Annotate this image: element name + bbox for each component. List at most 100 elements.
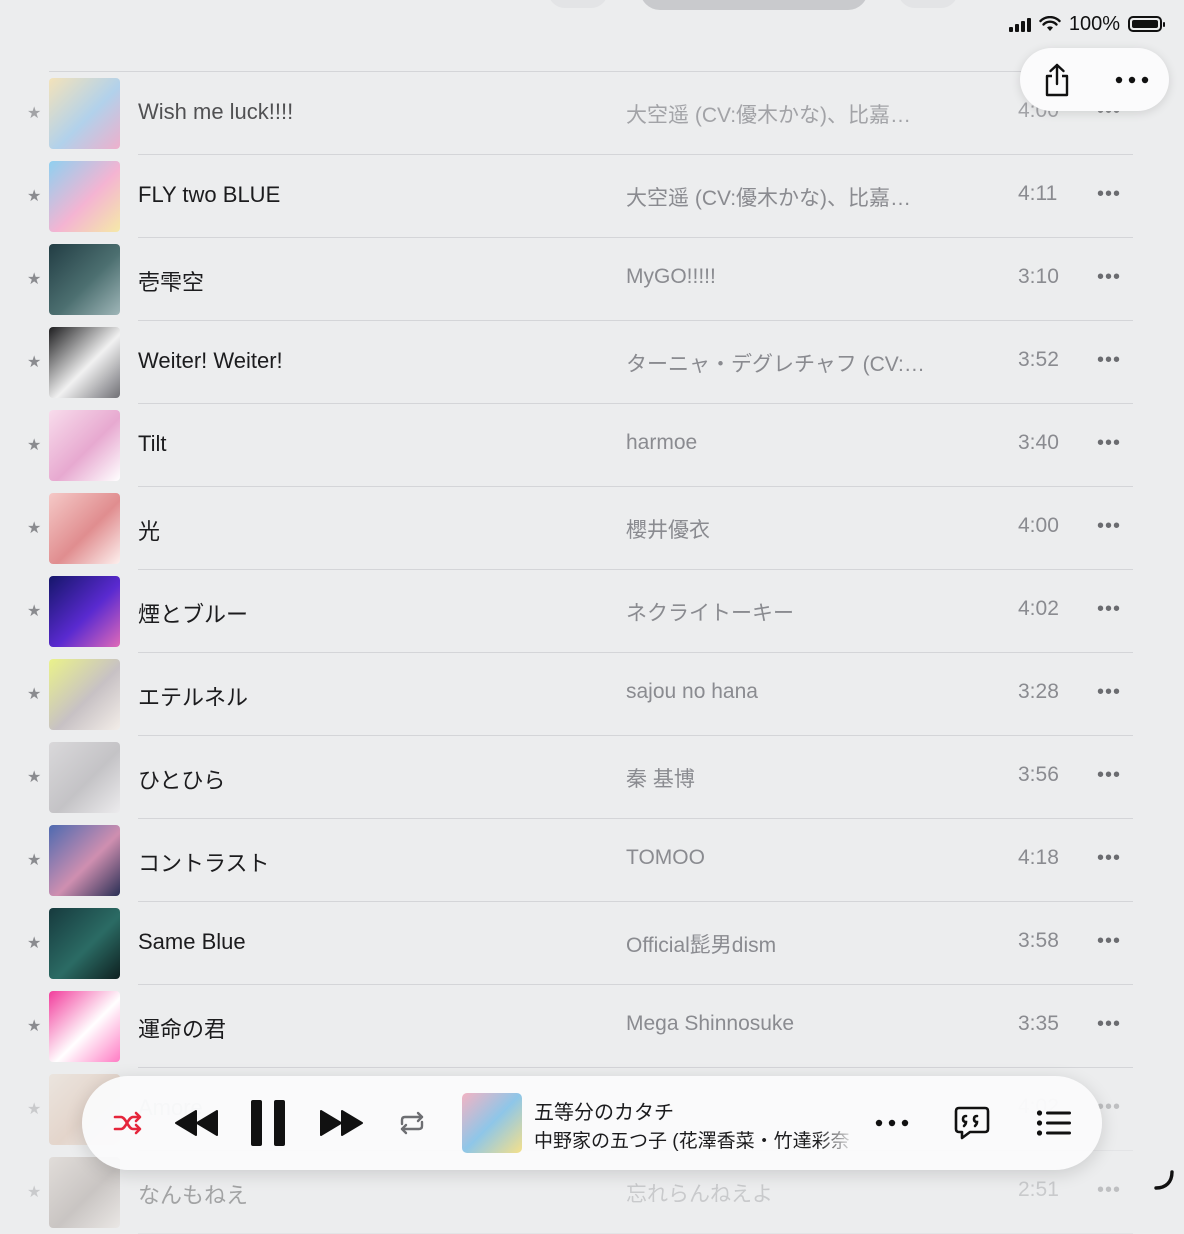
track-artist[interactable]: MyGO!!!!! — [626, 265, 716, 289]
battery-icon — [1128, 16, 1165, 32]
track-artist[interactable]: ネクライトーキー — [626, 597, 794, 627]
track-title: ひとひら — [138, 768, 226, 793]
track-row[interactable]: ★ 煙とブルー ネクライトーキー 4:02 ••• — [0, 570, 1184, 653]
track-artist[interactable]: ターニャ・デグレチャフ (CV:… — [626, 348, 925, 378]
track-artist[interactable]: Official髭男dism — [626, 929, 776, 959]
track-more-button[interactable]: ••• — [1097, 931, 1121, 951]
star-icon: ★ — [27, 354, 42, 371]
track-row[interactable]: ★ FLY two BLUE 大空遥 (CV:優木かな)、比嘉… 4:11 ••• — [0, 155, 1184, 238]
track-artist[interactable]: 大空遥 (CV:優木かな)、比嘉… — [626, 182, 911, 212]
album-artwork — [49, 659, 120, 730]
queue-button[interactable] — [1034, 1106, 1074, 1140]
track-artist[interactable]: TOMOO — [626, 846, 705, 870]
track-more-button[interactable]: ••• — [1097, 433, 1121, 453]
track-artist[interactable]: harmoe — [626, 431, 697, 455]
now-playing-artist[interactable]: 中野家の五つ子 (花澤香菜・竹達彩奈・伊藤美来・佐倉綾音・水瀬いのり) — [534, 1126, 856, 1153]
track-more-button[interactable]: ••• — [1097, 267, 1121, 287]
album-artwork — [49, 991, 120, 1062]
track-row[interactable]: ★ 運命の君 Mega Shinnosuke 3:35 ••• — [0, 985, 1184, 1068]
album-artwork — [49, 493, 120, 564]
star-icon: ★ — [27, 1184, 42, 1201]
star-icon: ★ — [27, 852, 42, 869]
album-artwork — [49, 161, 120, 232]
repeat-button[interactable] — [394, 1107, 430, 1139]
track-title: Same Blue — [138, 929, 246, 954]
track-title: Tilt — [138, 431, 167, 456]
track-title: 運命の君 — [138, 1017, 227, 1042]
track-row[interactable]: ★ Wish me luck!!!! 大空遥 (CV:優木かな)、比嘉… 4:00 ••… — [0, 72, 1184, 155]
floating-actions — [1020, 48, 1169, 111]
track-artist[interactable]: 大空遥 (CV:優木かな)、比嘉… — [626, 99, 911, 129]
top-ghost-right — [898, 0, 958, 8]
album-artwork — [49, 410, 120, 481]
track-more-button[interactable]: ••• — [1097, 682, 1121, 702]
share-icon — [1046, 63, 1069, 96]
repeat-icon — [400, 1111, 424, 1135]
resize-handle-icon[interactable] — [1150, 1166, 1178, 1194]
track-duration: 2:51 — [1018, 1178, 1059, 1201]
previous-track-button[interactable] — [172, 1103, 222, 1143]
share-button[interactable] — [1037, 60, 1077, 100]
track-duration: 4:00 — [1018, 514, 1059, 537]
star-icon: ★ — [27, 769, 42, 786]
track-more-button[interactable]: ••• — [1097, 516, 1121, 536]
shuffle-icon — [113, 1111, 142, 1135]
rewind-icon — [175, 1110, 218, 1136]
track-row[interactable]: ★ Same Blue Official髭男dism 3:58 ••• — [0, 902, 1184, 985]
track-more-button[interactable]: ••• — [1097, 599, 1121, 619]
wifi-icon — [1039, 16, 1061, 31]
track-more-button[interactable]: ••• — [1097, 350, 1121, 370]
shuffle-button[interactable] — [110, 1105, 146, 1141]
star-icon: ★ — [27, 271, 42, 288]
star-icon: ★ — [27, 520, 42, 537]
track-row[interactable]: ★ Tilt harmoe 3:40 ••• — [0, 404, 1184, 487]
track-more-button[interactable]: ••• — [1097, 848, 1121, 868]
track-more-button[interactable]: ••• — [1097, 765, 1121, 785]
track-title: 壱雫空 — [138, 270, 205, 295]
track-more-button[interactable]: ••• — [1097, 1014, 1121, 1034]
track-artist[interactable]: 秦 基博 — [626, 763, 695, 793]
now-playing-title[interactable]: 五等分のカタチ — [534, 1096, 674, 1125]
album-artwork — [49, 78, 120, 149]
track-title: FLY two BLUE — [138, 182, 281, 207]
now-playing-artwork[interactable] — [462, 1093, 522, 1153]
fast-forward-icon — [320, 1110, 363, 1136]
track-duration: 4:18 — [1018, 846, 1059, 869]
star-icon: ★ — [27, 437, 42, 454]
track-duration: 3:10 — [1018, 265, 1059, 288]
track-title: Wish me luck!!!! — [138, 99, 294, 124]
track-duration: 3:40 — [1018, 431, 1059, 454]
star-icon: ★ — [27, 188, 42, 205]
track-row[interactable]: ★ Weiter! Weiter! ターニャ・デグレチャフ (CV:… 3:52 ••• — [0, 321, 1184, 404]
album-artwork — [49, 576, 120, 647]
track-title: 煙とブルー — [138, 602, 249, 627]
track-more-button[interactable]: ••• — [1097, 1180, 1121, 1200]
track-duration: 3:56 — [1018, 763, 1059, 786]
top-drag-pill[interactable] — [640, 0, 868, 10]
track-duration: 4:02 — [1018, 597, 1059, 620]
track-row[interactable]: ★ ひとひら 秦 基博 3:56 ••• — [0, 736, 1184, 819]
star-icon: ★ — [27, 603, 42, 620]
track-artist[interactable]: Mega Shinnosuke — [626, 1012, 794, 1036]
star-icon: ★ — [27, 1101, 42, 1118]
track-artist[interactable]: 櫻井優衣 — [626, 514, 710, 544]
star-icon: ★ — [27, 105, 42, 122]
lyrics-button[interactable] — [952, 1104, 992, 1142]
track-title: Weiter! Weiter! — [138, 348, 283, 373]
track-row[interactable]: ★ 光 櫻井優衣 4:00 ••• — [0, 487, 1184, 570]
track-duration: 3:35 — [1018, 1012, 1059, 1035]
track-list: ★ Wish me luck!!!! 大空遥 (CV:優木かな)、比嘉… 4:00 ••… — [0, 72, 1184, 1234]
track-row[interactable]: ★ コントラスト TOMOO 4:18 ••• — [0, 819, 1184, 902]
track-artist[interactable]: 忘れらんねえよ — [626, 1178, 773, 1208]
album-artwork — [49, 327, 120, 398]
track-artist[interactable]: sajou no hana — [626, 680, 758, 704]
track-row[interactable]: ★ 壱雫空 MyGO!!!!! 3:10 ••• — [0, 238, 1184, 321]
now-playing-more-button[interactable] — [874, 1113, 910, 1133]
more-options-button[interactable] — [1112, 60, 1152, 100]
track-more-button[interactable]: ••• — [1097, 184, 1121, 204]
track-row[interactable]: ★ エテルネル sajou no hana 3:28 ••• — [0, 653, 1184, 736]
star-icon: ★ — [27, 686, 42, 703]
pause-button[interactable] — [246, 1098, 290, 1148]
next-track-button[interactable] — [316, 1103, 366, 1143]
status-bar: 100% — [1008, 12, 1165, 36]
